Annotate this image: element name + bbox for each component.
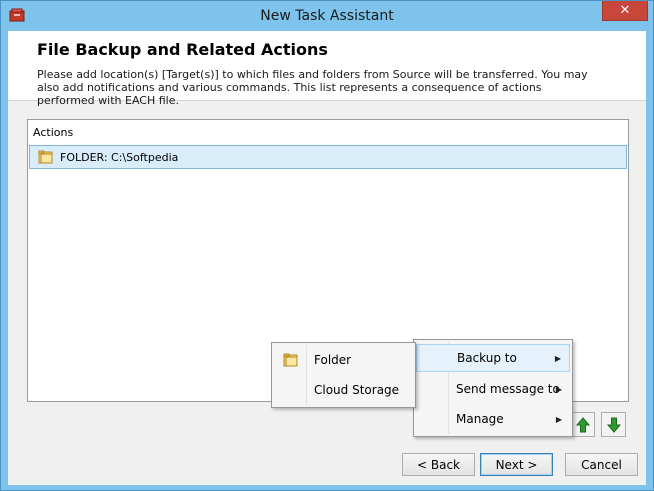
titlebar[interactable]: New Task Assistant ✕ — [1, 1, 653, 31]
list-item-label: FOLDER: C:\Softpedia — [60, 150, 179, 164]
menu-item-backup-to[interactable]: Backup to ▶ — [416, 344, 570, 372]
chevron-right-icon: ▶ — [555, 414, 562, 424]
back-button[interactable]: < Back — [402, 453, 475, 476]
close-icon: ✕ — [619, 3, 631, 18]
menu-item-manage[interactable]: Manage ▶ — [416, 405, 570, 433]
window-title: New Task Assistant — [260, 8, 394, 24]
submenu-item-cloud-storage[interactable]: Cloud Storage — [274, 376, 413, 404]
submenu-item-label: Folder — [314, 353, 352, 367]
cancel-button[interactable]: Cancel — [565, 453, 638, 476]
move-up-button[interactable] — [570, 412, 595, 437]
chevron-right-icon: ▶ — [554, 353, 561, 363]
move-down-button[interactable] — [601, 412, 626, 437]
wizard-header: File Backup and Related Actions Please a… — [8, 31, 646, 107]
backup-to-submenu: Folder Cloud Storage — [271, 342, 416, 408]
menu-item-label: Backup to — [457, 351, 517, 365]
submenu-item-label: Cloud Storage — [314, 383, 400, 397]
chevron-right-icon: ▶ — [555, 384, 562, 394]
page-description: Please add location(s) [Target(s)] to wh… — [37, 68, 588, 107]
page-title: File Backup and Related Actions — [37, 40, 328, 59]
actions-column-header: Actions — [33, 126, 74, 139]
menu-item-label: Manage — [456, 412, 504, 426]
menu-item-send-message-to[interactable]: Send message to ▶ — [416, 375, 570, 403]
arrow-up-icon — [575, 416, 590, 432]
folder-icon — [38, 150, 53, 164]
submenu-item-folder[interactable]: Folder — [274, 346, 413, 374]
next-button[interactable]: Next > — [480, 453, 553, 476]
arrow-down-icon — [606, 417, 621, 433]
folder-icon — [283, 353, 298, 367]
close-button[interactable]: ✕ — [602, 1, 648, 21]
context-menu: Backup to ▶ Send message to ▶ Manage ▶ — [413, 339, 573, 437]
list-item[interactable]: FOLDER: C:\Softpedia — [29, 145, 627, 169]
menu-item-label: Send message to — [456, 382, 560, 396]
